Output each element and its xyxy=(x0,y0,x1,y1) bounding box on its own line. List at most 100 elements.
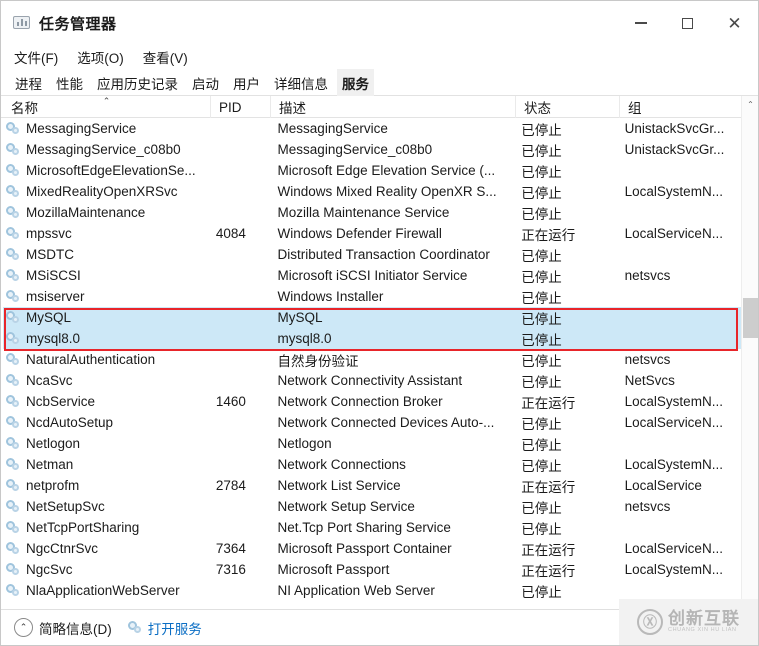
service-name-label: MySQL xyxy=(26,310,72,325)
service-pid-cell: 4084 xyxy=(215,226,246,241)
vertical-scrollbar[interactable]: ⌃ ⌄ xyxy=(741,96,758,609)
service-status-cell: 正在运行 xyxy=(521,395,576,411)
service-status-cell: 已停止 xyxy=(521,521,562,537)
service-status-cell: 已停止 xyxy=(521,122,562,138)
service-pid-cell xyxy=(210,139,270,160)
service-gear-icon xyxy=(6,520,21,535)
table-row[interactable]: NgcSvc 7316 Microsoft Passport 正在运行 LocalSys… xyxy=(3,559,741,580)
service-status-cell: 已停止 xyxy=(521,290,562,306)
table-row[interactable]: MSDTC Distributed Transaction Coordinator… xyxy=(3,244,741,265)
table-row[interactable]: netprofm 2784 Network List Service 正在运行 Loca… xyxy=(3,475,741,496)
table-row[interactable]: MozillaMaintenance Mozilla Maintenance Se… xyxy=(3,202,741,223)
tab-startup[interactable]: 启动 xyxy=(187,69,224,96)
service-group-cell: netsvcs xyxy=(624,352,671,367)
service-desc-cell: MessagingService_c08b0 xyxy=(277,142,433,157)
table-row[interactable]: MicrosoftEdgeElevationSe... Microsoft Edg… xyxy=(3,160,741,181)
table-row[interactable]: mysql8.0 mysql8.0 已停止 xyxy=(3,328,741,349)
table-row[interactable]: MySQL MySQL 已停止 xyxy=(3,307,741,328)
scrollbar-thumb[interactable] xyxy=(743,298,758,338)
service-pid-cell xyxy=(210,286,270,307)
service-gear-icon xyxy=(6,331,21,346)
table-row[interactable]: NetTcpPortSharing Net.Tcp Port Sharing Se… xyxy=(3,517,741,538)
table-row[interactable]: NetSetupSvc Network Setup Service 已停止 netsv… xyxy=(3,496,741,517)
menu-item-file[interactable]: 文件(F) xyxy=(12,46,60,68)
watermark-logo-icon: Ⓧ xyxy=(637,609,663,635)
window-controls: ✕ xyxy=(617,1,758,45)
service-desc-cell: Microsoft iSCSI Initiator Service xyxy=(277,268,468,283)
task-manager-icon xyxy=(13,15,31,31)
tab-services[interactable]: 服务 xyxy=(337,69,374,96)
service-name-cell: NcdAutoSetup xyxy=(3,412,210,433)
service-group-cell xyxy=(617,307,741,328)
service-name-label: MessagingService_c08b0 xyxy=(26,142,181,157)
tab-users[interactable]: 用户 xyxy=(228,69,265,96)
minimize-button[interactable] xyxy=(617,1,664,45)
table-row[interactable]: MSiSCSI Microsoft iSCSI Initiator Service… xyxy=(3,265,741,286)
scrollbar-track[interactable] xyxy=(742,113,758,592)
scroll-up-button[interactable]: ⌃ xyxy=(742,96,758,113)
service-name-label: NgcSvc xyxy=(26,562,73,577)
table-row[interactable]: MessagingService_c08b0 MessagingService_c… xyxy=(3,139,741,160)
service-name-cell: MozillaMaintenance xyxy=(3,202,210,223)
tab-details[interactable]: 详细信息 xyxy=(269,69,333,96)
menu-item-view[interactable]: 查看(V) xyxy=(141,46,190,68)
service-status-cell: 已停止 xyxy=(521,311,562,327)
service-name-label: NcdAutoSetup xyxy=(26,415,114,430)
column-header-description[interactable]: 描述 xyxy=(271,96,516,118)
table-row[interactable]: Netman Network Connections 已停止 LocalSystemN… xyxy=(3,454,741,475)
service-name-cell: NcbService xyxy=(3,391,210,412)
sort-ascending-icon: ⌃ xyxy=(102,96,111,106)
table-row[interactable]: NcbService 1460 Network Connection Broker 正… xyxy=(3,391,741,412)
service-desc-cell: Network Connections xyxy=(277,457,406,472)
service-desc-cell: Network Connection Broker xyxy=(277,394,443,409)
service-group-cell: LocalSystemN... xyxy=(624,184,723,199)
service-group-cell xyxy=(617,160,741,181)
close-button[interactable]: ✕ xyxy=(711,1,758,45)
service-name-cell: MSiSCSI xyxy=(3,265,210,286)
column-header-status[interactable]: 状态 xyxy=(516,96,620,118)
service-desc-cell: Network Setup Service xyxy=(277,499,415,514)
service-status-cell: 已停止 xyxy=(521,185,562,201)
table-row[interactable]: mpssvc 4084 Windows Defender Firewall 正在运行 L… xyxy=(3,223,741,244)
watermark: Ⓧ 创新互联 CHUANG XIN HU LIAN xyxy=(619,599,758,645)
tab-processes[interactable]: 进程 xyxy=(10,69,47,96)
column-header-pid[interactable]: PID xyxy=(211,96,271,118)
service-name-cell: MSDTC xyxy=(3,244,210,265)
table-row[interactable]: NgcCtnrSvc 7364 Microsoft Passport Contain… xyxy=(3,538,741,559)
table-row[interactable]: NcaSvc Network Connectivity Assistant 已停止 N… xyxy=(3,370,741,391)
service-gear-icon xyxy=(6,163,21,178)
service-name-label: NetSetupSvc xyxy=(26,499,105,514)
service-gear-icon xyxy=(6,352,21,367)
table-row[interactable]: Netlogon Netlogon 已停止 xyxy=(3,433,741,454)
service-group-cell: netsvcs xyxy=(624,499,671,514)
maximize-button[interactable] xyxy=(664,1,711,45)
service-group-cell: LocalSystemN... xyxy=(624,457,723,472)
tab-app-history[interactable]: 应用历史记录 xyxy=(92,69,183,96)
service-desc-cell: Windows Defender Firewall xyxy=(277,226,442,241)
service-name-label: NaturalAuthentication xyxy=(26,352,156,367)
service-pid-cell: 7316 xyxy=(215,562,246,577)
table-row[interactable]: NlaApplicationWebServer NI Application We… xyxy=(3,580,741,601)
menu-item-options[interactable]: 选项(O) xyxy=(75,46,126,68)
service-gear-icon xyxy=(6,457,21,472)
service-name-label: NcaSvc xyxy=(26,373,73,388)
window-title: 任务管理器 xyxy=(39,15,117,33)
column-header-name[interactable]: 名称 ⌃ xyxy=(3,96,211,118)
table-row[interactable]: NcdAutoSetup Network Connected Devices Au… xyxy=(3,412,741,433)
open-services-link[interactable]: 打开服务 xyxy=(127,618,202,638)
service-name-label: Netman xyxy=(26,457,74,472)
table-row[interactable]: MixedRealityOpenXRSvc Windows Mixed Reali… xyxy=(3,181,741,202)
service-group-cell: UnistackSvcGr... xyxy=(624,121,725,136)
service-status-cell: 正在运行 xyxy=(521,542,576,558)
service-pid-cell: 2784 xyxy=(215,478,246,493)
service-gear-icon xyxy=(6,184,21,199)
column-header-group[interactable]: 组 xyxy=(620,96,745,118)
table-row[interactable]: msiserver Windows Installer 已停止 xyxy=(3,286,741,307)
table-row[interactable]: MessagingService MessagingService 已停止 Unist… xyxy=(3,118,741,139)
fewer-details-button[interactable]: ⌃ 简略信息(D) xyxy=(14,618,112,638)
close-icon: ✕ xyxy=(727,13,742,33)
tab-performance[interactable]: 性能 xyxy=(51,69,88,96)
service-group-cell: LocalSystemN... xyxy=(624,562,723,577)
table-row[interactable]: NaturalAuthentication 自然身份验证 已停止 netsvcs xyxy=(3,349,741,370)
service-name-cell: NetTcpPortSharing xyxy=(3,517,210,538)
